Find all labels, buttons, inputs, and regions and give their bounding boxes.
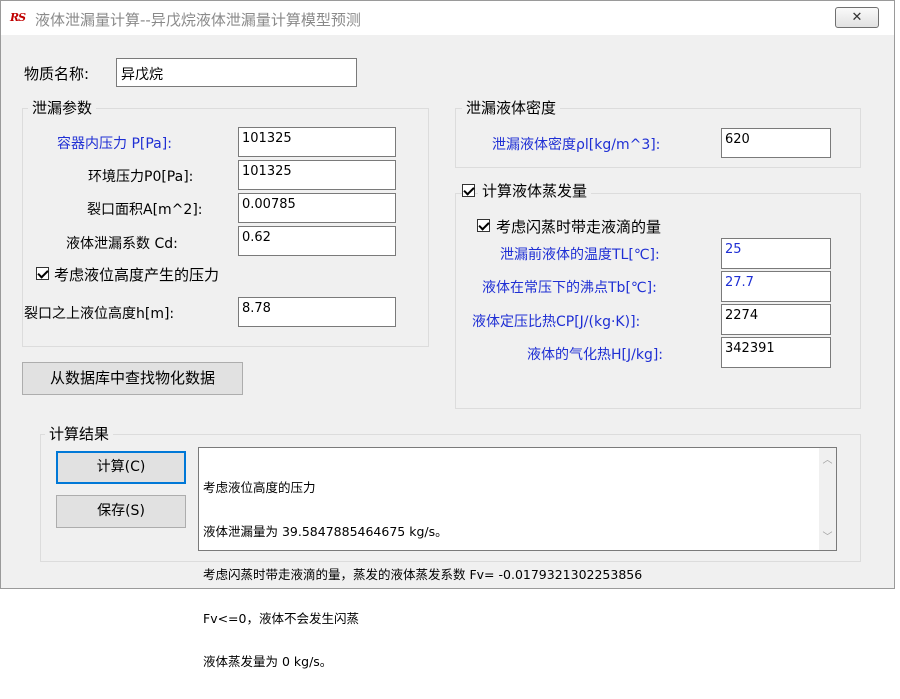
leak-params-title: 泄漏参数 bbox=[28, 97, 97, 118]
ambient-pressure-label: 环境压力P0[Pa]: bbox=[88, 169, 194, 185]
vaporization-heat-label: 液体的气化热H[J/kg]: bbox=[527, 347, 664, 363]
substance-label: 物质名称: bbox=[24, 65, 90, 83]
close-button[interactable]: ✕ bbox=[835, 7, 879, 28]
consider-height-label: 考虑液位高度产生的压力 bbox=[54, 266, 220, 284]
temp-before-input[interactable]: 25 bbox=[721, 238, 831, 269]
result-line: 液体蒸发量为 0 kg/s。 bbox=[203, 654, 333, 669]
density-title: 泄漏液体密度 bbox=[462, 97, 561, 118]
result-line: 考虑液位高度的压力 bbox=[203, 480, 316, 495]
result-text: 考虑液位高度的压力 液体泄漏量为 39.5847885464675 kg/s。 … bbox=[203, 452, 803, 699]
discharge-coef-input[interactable]: 0.62 bbox=[238, 226, 396, 256]
app-icon: RS bbox=[10, 11, 26, 24]
flash-label: 考虑闪蒸时带走液滴的量 bbox=[496, 218, 662, 236]
boiling-point-label: 液体在常压下的沸点Tb[℃]: bbox=[482, 280, 657, 296]
orifice-area-label: 裂口面积A[m^2]: bbox=[87, 202, 203, 218]
orifice-area-input[interactable]: 0.00785 bbox=[238, 193, 396, 223]
specific-heat-input[interactable]: 2274 bbox=[721, 304, 831, 335]
liquid-height-label: 裂口之上液位高度h[m]: bbox=[24, 306, 175, 322]
result-scrollbar[interactable]: ︿ ﹀ bbox=[819, 448, 836, 550]
main-window: RS 液体泄漏量计算--异戊烷液体泄漏量计算模型预测 ✕ 物质名称: 异戊烷 泄… bbox=[0, 0, 895, 669]
result-textarea[interactable]: 考虑液位高度的压力 液体泄漏量为 39.5847885464675 kg/s。 … bbox=[198, 447, 837, 669]
evaporation-title: 计算液体蒸发量 bbox=[478, 180, 592, 201]
scroll-up-icon[interactable]: ︿ bbox=[819, 452, 836, 469]
boiling-point-input[interactable]: 27.7 bbox=[721, 271, 831, 302]
title-bar: RS 液体泄漏量计算--异戊烷液体泄漏量计算模型预测 ✕ bbox=[1, 1, 894, 35]
consider-height-checkbox[interactable] bbox=[36, 267, 49, 280]
calculate-button[interactable]: 计算(C) bbox=[56, 451, 186, 484]
vaporization-heat-input[interactable]: 342391 bbox=[721, 337, 831, 368]
result-line: 考虑闪蒸时带走液滴的量，蒸发的液体蒸发系数 Fv= -0.01793213022… bbox=[203, 567, 643, 582]
substance-input[interactable]: 异戊烷 bbox=[116, 58, 357, 87]
density-label: 泄漏液体密度ρl[kg/m^3]: bbox=[492, 137, 661, 153]
db-lookup-button[interactable]: 从数据库中查找物化数据 bbox=[22, 362, 243, 395]
density-input[interactable]: 620 bbox=[721, 128, 831, 158]
results-title: 计算结果 bbox=[45, 423, 114, 444]
container-pressure-label: 容器内压力 P[Pa]: bbox=[57, 136, 172, 152]
evaporation-checkbox[interactable] bbox=[462, 184, 475, 197]
container-pressure-input[interactable]: 101325 bbox=[238, 127, 396, 157]
ambient-pressure-input[interactable]: 101325 bbox=[238, 160, 396, 190]
scroll-down-icon[interactable]: ﹀ bbox=[819, 529, 836, 546]
window-title: 液体泄漏量计算--异戊烷液体泄漏量计算模型预测 bbox=[35, 11, 361, 29]
discharge-coef-label: 液体泄漏系数 Cd: bbox=[66, 236, 178, 252]
liquid-height-input[interactable]: 8.78 bbox=[238, 297, 396, 327]
result-line: Fv<=0，液体不会发生闪蒸 bbox=[203, 610, 359, 626]
save-button[interactable]: 保存(S) bbox=[56, 495, 186, 528]
flash-checkbox[interactable] bbox=[477, 219, 490, 232]
result-line: 液体泄漏量为 39.5847885464675 kg/s。 bbox=[203, 523, 448, 539]
temp-before-label: 泄漏前液体的温度TL[℃]: bbox=[500, 247, 660, 263]
close-icon: ✕ bbox=[851, 10, 863, 25]
specific-heat-label: 液体定压比热CP[J/(kg·K)]: bbox=[472, 314, 641, 330]
